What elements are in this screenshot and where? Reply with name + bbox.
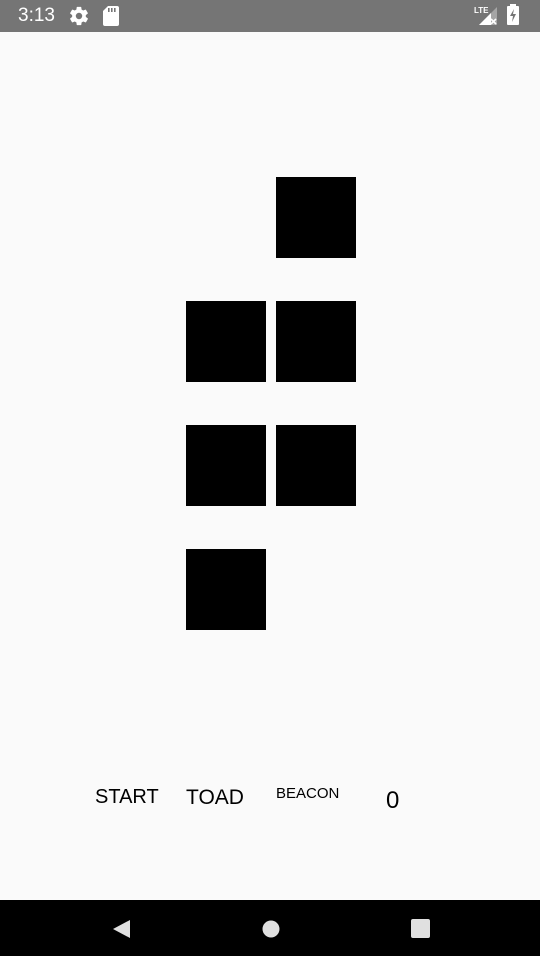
back-icon[interactable] (110, 918, 132, 945)
generation-counter: 0 (386, 787, 400, 814)
live-cell[interactable] (276, 177, 356, 258)
live-cell[interactable] (186, 301, 266, 382)
toad-button[interactable]: TOAD (186, 786, 244, 810)
live-cell[interactable] (276, 301, 356, 382)
live-cell[interactable] (186, 425, 266, 506)
start-button[interactable]: START (95, 786, 159, 809)
recents-icon[interactable] (410, 918, 432, 945)
game-board[interactable] (0, 32, 540, 900)
battery-icon (506, 4, 520, 31)
navigation-bar (0, 900, 540, 956)
beacon-button[interactable]: BEACON (276, 785, 339, 802)
signal-icon (478, 6, 498, 31)
gear-icon (68, 5, 90, 32)
app-screen: 3:13 LTE START TOAD BEACON 0 (0, 0, 540, 956)
status-bar: 3:13 LTE (0, 0, 540, 32)
home-icon[interactable] (260, 918, 282, 945)
live-cell[interactable] (186, 549, 266, 630)
sd-card-icon (102, 5, 120, 32)
status-time: 3:13 (18, 5, 55, 26)
live-cell[interactable] (276, 425, 356, 506)
